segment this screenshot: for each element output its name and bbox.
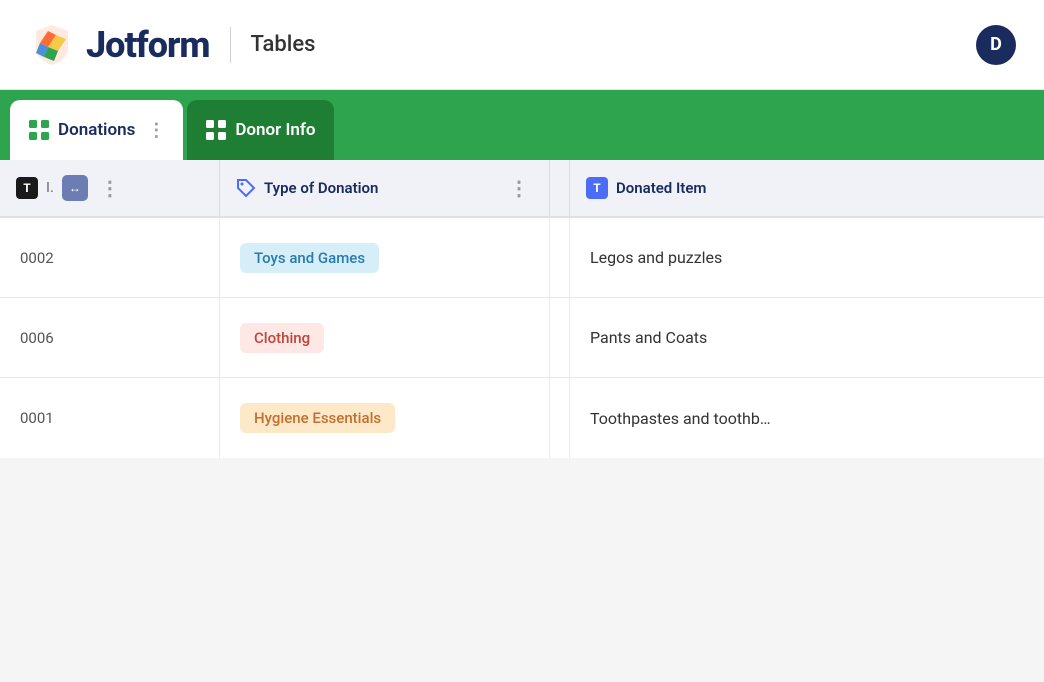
tab-donations-label: Donations bbox=[58, 120, 135, 140]
cell-sep-0001 bbox=[550, 378, 570, 458]
table-row: 0006 Clothing Pants and Coats bbox=[0, 298, 1044, 378]
table-header-row: T I. ↔ ⋮ Type of Donation ⋮ T Donated It… bbox=[0, 160, 1044, 218]
cell-item-0002: Legos and puzzles bbox=[570, 218, 1044, 297]
cell-id-0001: 0001 bbox=[0, 378, 220, 458]
id-col-label: I. bbox=[46, 180, 54, 196]
tabs-bar: Donations ⋮ Donor Info bbox=[0, 90, 1044, 160]
item-T-icon: T bbox=[586, 177, 608, 199]
expand-icon[interactable]: ↔ bbox=[62, 175, 88, 201]
cell-sep-0006 bbox=[550, 298, 570, 377]
donations-grid-icon bbox=[28, 119, 50, 141]
tab-donations[interactable]: Donations ⋮ bbox=[10, 100, 183, 160]
cell-sep-0002 bbox=[550, 218, 570, 297]
type-col-label: Type of Donation bbox=[264, 179, 378, 197]
tab-donor-info-label: Donor Info bbox=[235, 120, 315, 140]
col-header-type: Type of Donation ⋮ bbox=[220, 160, 550, 216]
row-id-value: 0001 bbox=[20, 409, 54, 427]
tag-icon bbox=[236, 178, 256, 198]
id-col-menu[interactable]: ⋮ bbox=[96, 176, 124, 200]
table-row: 0001 Hygiene Essentials Toothpastes and … bbox=[0, 378, 1044, 458]
row-id-value: 0006 bbox=[20, 329, 54, 347]
tab-donor-info[interactable]: Donor Info bbox=[187, 100, 333, 160]
cell-type-0001: Hygiene Essentials bbox=[220, 378, 550, 458]
cell-type-0002: Toys and Games bbox=[220, 218, 550, 297]
col-header-item: T Donated Item bbox=[570, 160, 1044, 216]
id-T-icon: T bbox=[16, 177, 38, 199]
donated-item-value: Legos and puzzles bbox=[590, 248, 722, 267]
cell-id-0002: 0002 bbox=[0, 218, 220, 297]
cell-id-0006: 0006 bbox=[0, 298, 220, 377]
donated-item-value: Pants and Coats bbox=[590, 328, 707, 347]
row-id-value: 0002 bbox=[20, 249, 54, 267]
badge-clothing: Clothing bbox=[240, 323, 324, 353]
header-divider bbox=[230, 27, 231, 63]
jotform-logo-icon bbox=[28, 21, 76, 69]
logo-text: Jotform bbox=[86, 24, 210, 66]
donated-item-value: Toothpastes and toothb… bbox=[590, 409, 771, 428]
donor-info-grid-icon bbox=[205, 119, 227, 141]
badge-toys: Toys and Games bbox=[240, 243, 379, 273]
cell-item-0001: Toothpastes and toothb… bbox=[570, 378, 1044, 458]
product-label: Tables bbox=[251, 32, 316, 57]
col-header-id: T I. ↔ ⋮ bbox=[0, 160, 220, 216]
table-row: 0002 Toys and Games Legos and puzzles bbox=[0, 218, 1044, 298]
user-initial: D bbox=[990, 34, 1002, 55]
item-col-label: Donated Item bbox=[616, 179, 706, 197]
col-sep bbox=[550, 160, 570, 216]
badge-hygiene: Hygiene Essentials bbox=[240, 403, 395, 433]
app-header: Jotform Tables D bbox=[0, 0, 1044, 90]
main-table: T I. ↔ ⋮ Type of Donation ⋮ T Donated It… bbox=[0, 160, 1044, 458]
cell-type-0006: Clothing bbox=[220, 298, 550, 377]
user-avatar[interactable]: D bbox=[976, 25, 1016, 65]
type-col-menu[interactable]: ⋮ bbox=[505, 176, 533, 200]
tab-donations-menu[interactable]: ⋮ bbox=[147, 120, 165, 141]
logo: Jotform bbox=[28, 21, 210, 69]
cell-item-0006: Pants and Coats bbox=[570, 298, 1044, 377]
